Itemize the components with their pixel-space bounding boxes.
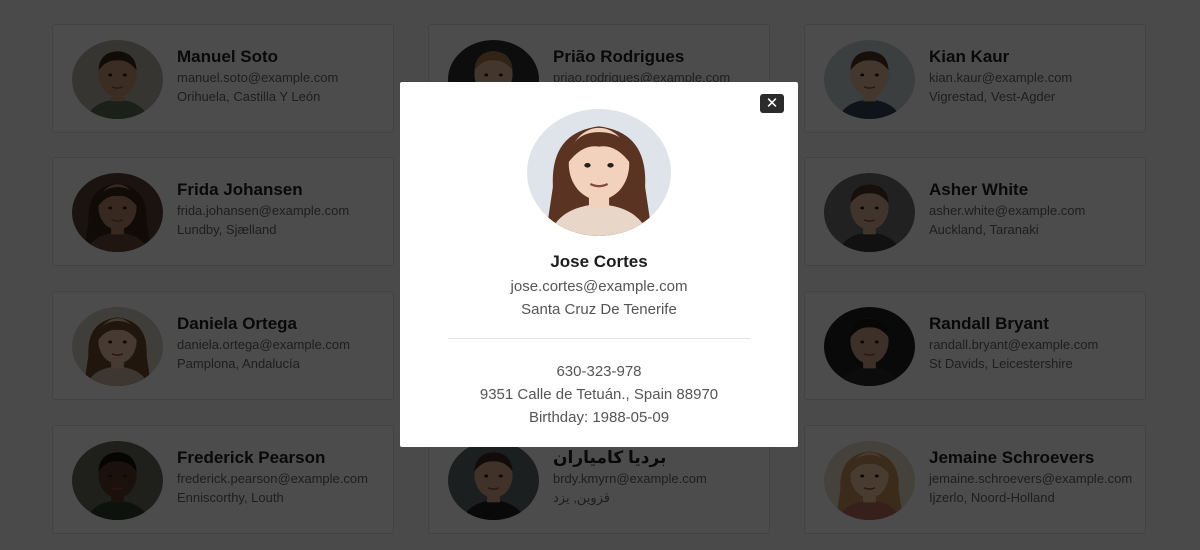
modal-location: Santa Cruz De Tenerife: [521, 301, 677, 318]
user-detail-modal: ✕ Jose Cortes jose.cortes@example.com Sa…: [400, 82, 798, 447]
modal-avatar: [527, 109, 671, 236]
close-icon: ✕: [765, 94, 779, 112]
modal-address: 9351 Calle de Tetuán., Spain 88970: [479, 386, 719, 403]
modal-divider: [448, 338, 750, 339]
close-button[interactable]: ✕: [760, 94, 784, 113]
modal-birthday: Birthday: 1988-05-09: [528, 409, 670, 426]
modal-email: jose.cortes@example.com: [510, 278, 688, 295]
modal-phone: 630-323-978: [556, 363, 642, 380]
modal-name: Jose Cortes: [550, 252, 648, 271]
